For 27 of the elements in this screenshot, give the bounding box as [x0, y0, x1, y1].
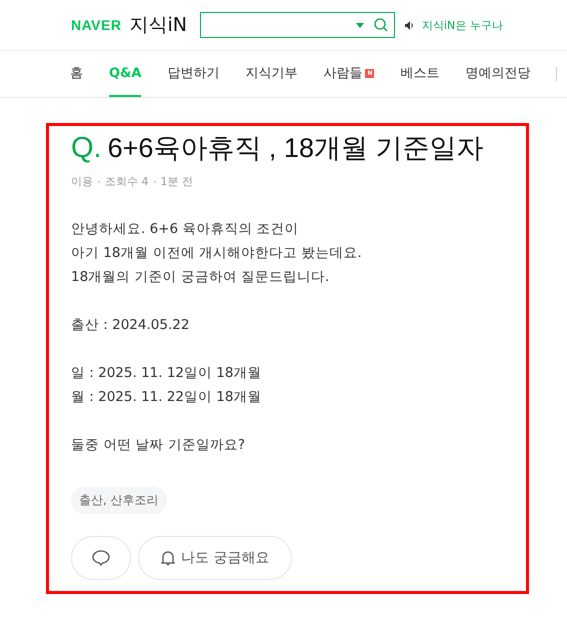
dropdown-caret-icon[interactable]: [356, 22, 364, 28]
speaker-icon: [404, 20, 414, 30]
meta-text: 조회수 4: [105, 174, 148, 189]
bell-icon: [161, 550, 175, 566]
curious-button[interactable]: 나도 궁금해요: [138, 536, 292, 580]
nav-tab[interactable]: 지식기부: [245, 51, 298, 97]
search-icon[interactable]: [374, 18, 388, 32]
search-field[interactable]: [200, 12, 395, 38]
service-name[interactable]: 지식iN: [129, 12, 187, 38]
nav-tab[interactable]: 명예의전당: [465, 51, 530, 97]
nav-tab[interactable]: 홈: [70, 51, 83, 97]
body-text: 18개월의 기준이 궁금하여 질문드립니다.: [71, 268, 330, 287]
nav-tab[interactable]: 베스트: [400, 51, 440, 97]
body-text: 안녕하세요. 6+6 육아휴직의 조건이: [71, 220, 300, 239]
body-text: 출산 : 2024.05.22: [71, 316, 190, 335]
nav-tab[interactable]: 답변하기: [167, 51, 220, 97]
body-text: 일 : 2025. 11. 12일이 18개월: [71, 364, 262, 383]
question-mark-label: Q.: [71, 132, 102, 165]
question-title: 6+6육아휴직 , 18개월 기준일자: [108, 132, 484, 165]
body-text: 둘중 어떤 날짜 기준일까요?: [71, 436, 246, 455]
comment-button[interactable]: [71, 536, 131, 580]
body-text: 월 : 2025. 11. 22일이 18개월: [71, 388, 262, 407]
speech-bubble-icon: [92, 550, 110, 566]
meta-text: 이용: [71, 174, 93, 189]
tag-chip[interactable]: 출산, 산후조리: [71, 487, 167, 514]
meta-text: 1분 전: [160, 174, 193, 189]
body-text: 아기 18개월 이전에 개시해야한다고 봤는데요.: [71, 244, 363, 263]
